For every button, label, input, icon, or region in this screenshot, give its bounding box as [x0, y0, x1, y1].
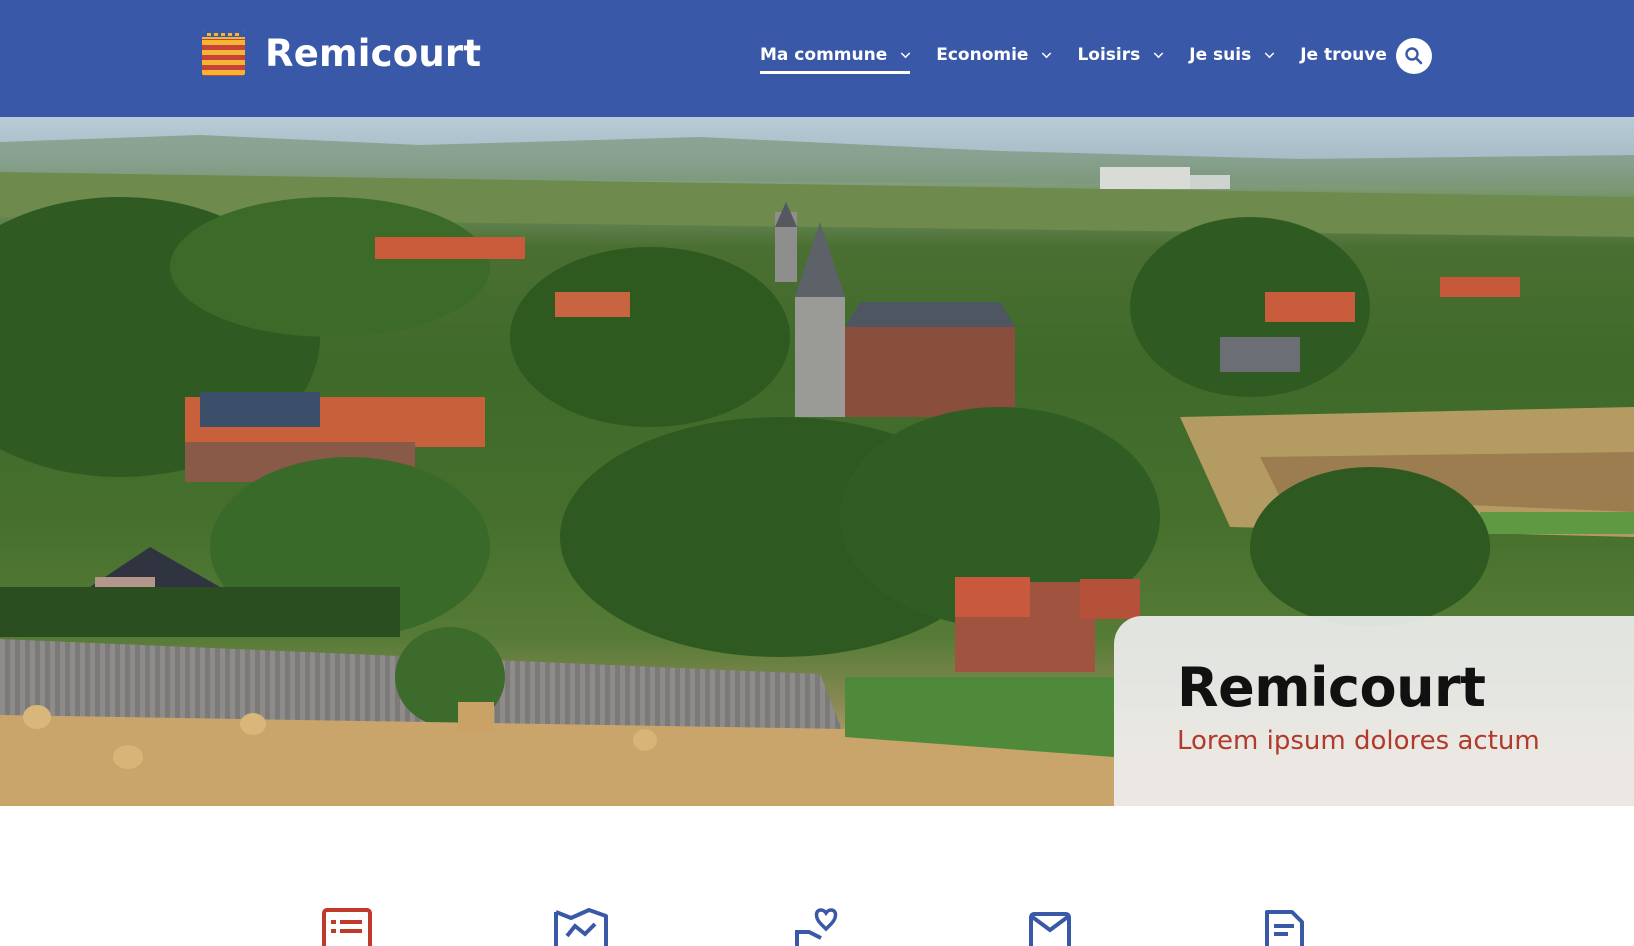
quick-link-map[interactable] [553, 906, 609, 946]
nav-item-loisirs[interactable]: Loisirs [1077, 36, 1164, 74]
nav-item-je-trouve[interactable]: Je trouve [1300, 36, 1411, 74]
hand-heart-icon [795, 908, 838, 946]
nav-item-label: Je trouve [1300, 45, 1387, 65]
site-logo[interactable]: Remicourt [202, 30, 481, 76]
chevron-down-icon [1153, 48, 1164, 58]
site-header: Remicourt Ma commune Economie Loisirs Je… [0, 0, 1634, 117]
chevron-down-icon [1264, 48, 1275, 58]
site-name: Remicourt [265, 31, 482, 75]
search-button[interactable] [1396, 38, 1432, 74]
quick-link-contact[interactable] [1028, 906, 1072, 946]
nav-item-ma-commune[interactable]: Ma commune [760, 36, 911, 74]
chevron-down-icon [1042, 48, 1052, 58]
nav-item-label: Ma commune [760, 45, 888, 65]
nav-item-je-suis[interactable]: Je suis [1189, 36, 1275, 74]
nav-item-label: Je suis [1189, 45, 1252, 65]
hero-caption-card: Remicourt Lorem ipsum dolores actum [1114, 616, 1634, 806]
remicourt-crest-icon [202, 30, 245, 76]
hero-title: Remicourt [1177, 656, 1486, 719]
hero-subtitle: Lorem ipsum dolores actum [1177, 726, 1540, 756]
nav-item-economie[interactable]: Economie [936, 36, 1052, 74]
quick-link-news[interactable] [322, 906, 372, 946]
chevron-down-icon [900, 48, 911, 58]
document-icon [1265, 910, 1304, 946]
map-icon [554, 908, 608, 946]
hero-banner: Remicourt Lorem ipsum dolores actum [0, 117, 1634, 806]
news-list-icon [322, 908, 372, 946]
nav-item-label: Economie [936, 45, 1029, 65]
quick-link-documents[interactable] [1264, 906, 1306, 946]
search-icon [1405, 47, 1423, 65]
main-nav: Ma commune Economie Loisirs Je suis Je t… [760, 36, 1436, 74]
nav-item-label: Loisirs [1077, 45, 1141, 65]
quick-links [0, 906, 1634, 946]
mail-icon [1029, 912, 1071, 946]
quick-link-solidarity[interactable] [793, 906, 839, 946]
